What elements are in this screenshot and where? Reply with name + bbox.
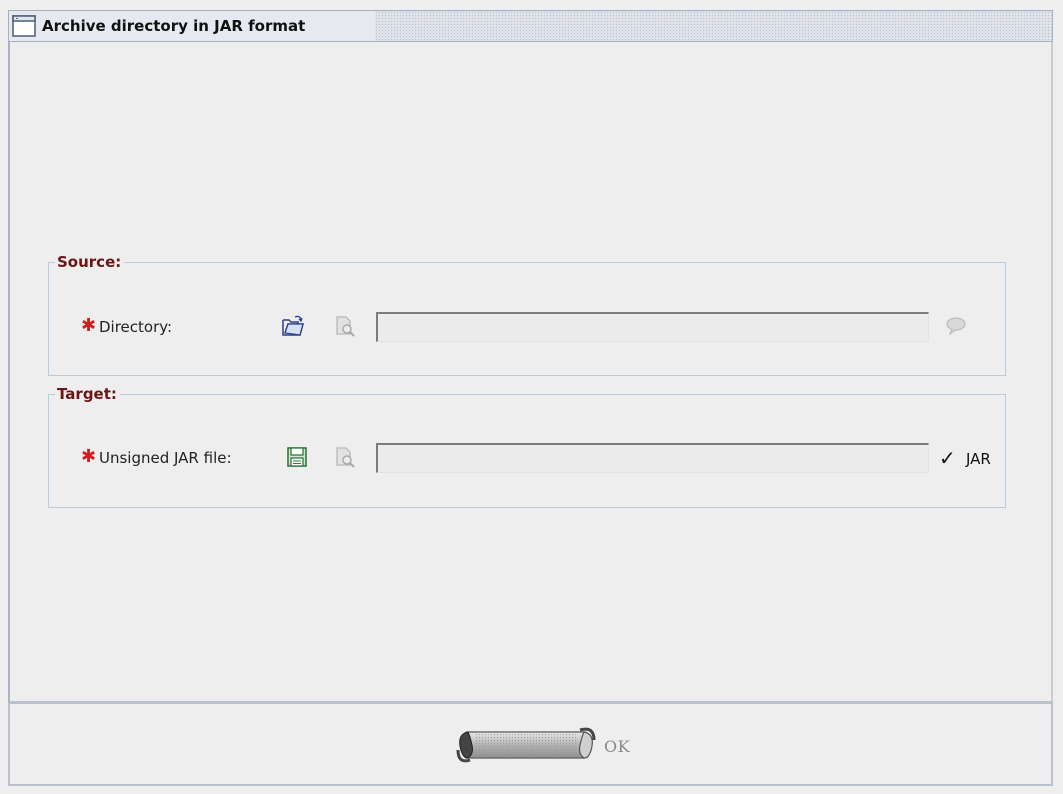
folder-open-icon[interactable] [281, 314, 305, 338]
check-icon: ✓ [939, 446, 956, 470]
unsigned-jar-label: Unsigned JAR file: [99, 449, 232, 467]
speech-bubble-icon[interactable] [944, 314, 968, 338]
document-search-icon[interactable] [333, 445, 357, 469]
target-group-title: Target: [55, 385, 120, 403]
title-area: Archive directory in JAR format [9, 11, 375, 41]
jar-extension-label: JAR [966, 450, 991, 468]
window-icon [12, 15, 36, 37]
dialog-window: Archive directory in JAR format Source: … [0, 0, 1063, 794]
jar-file-row: ✱ Unsigned JAR file: ✓ JAR [49, 443, 1005, 473]
source-group: Source: ✱ Directory: [48, 253, 1006, 376]
directory-row: ✱ Directory: [49, 312, 1005, 342]
source-group-title: Source: [55, 253, 125, 271]
title-bar[interactable]: Archive directory in JAR format [8, 10, 1053, 42]
content-panel: Source: ✱ Directory: Target: ✱ Unsigned … [8, 42, 1053, 702]
required-marker: ✱ [81, 315, 97, 336]
required-marker: ✱ [81, 446, 97, 467]
directory-label: Directory: [99, 318, 173, 336]
window-title: Archive directory in JAR format [42, 17, 306, 35]
button-bar: OK [8, 702, 1053, 786]
floppy-save-icon[interactable] [285, 445, 309, 469]
target-group: Target: ✱ Unsigned JAR file: ✓ JAR [48, 385, 1006, 508]
ok-button[interactable]: OK [604, 737, 630, 756]
ok-scroll-icon[interactable] [454, 724, 598, 766]
jar-file-input[interactable] [376, 443, 929, 473]
directory-input[interactable] [376, 312, 929, 342]
document-search-icon[interactable] [333, 314, 357, 338]
